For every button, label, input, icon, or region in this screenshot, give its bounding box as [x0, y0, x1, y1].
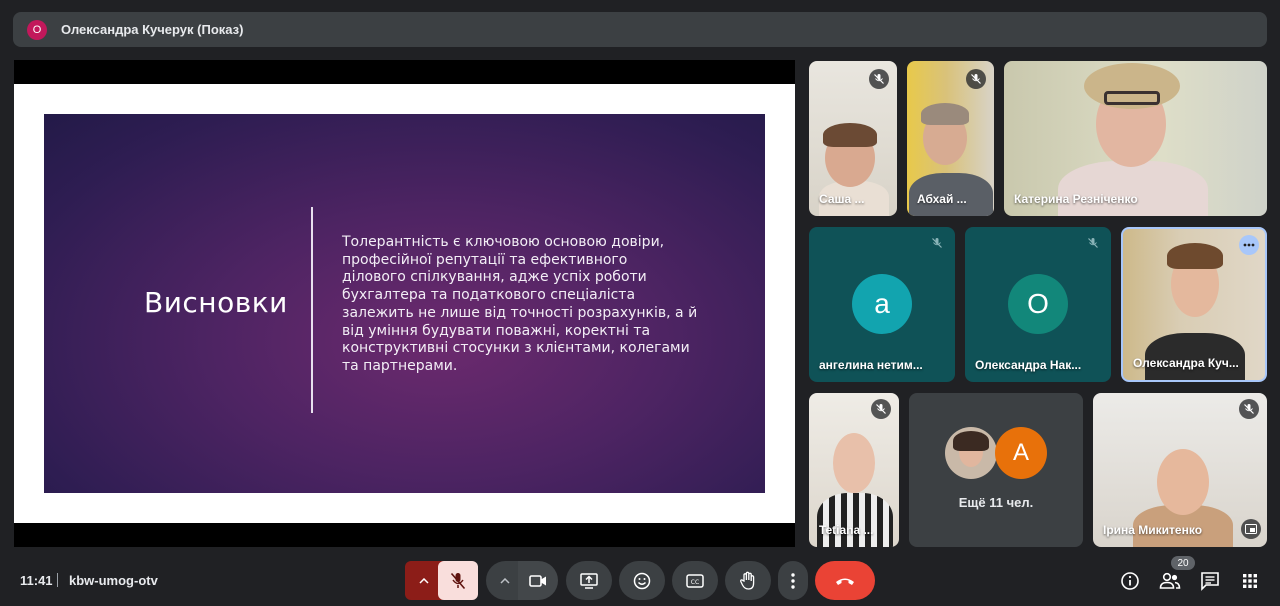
more-options-icon[interactable]: [1239, 235, 1259, 255]
mic-off-icon: [1083, 233, 1103, 253]
meeting-details-button[interactable]: [1119, 570, 1141, 592]
mic-off-icon: [871, 399, 891, 419]
participant-avatar: A: [995, 427, 1047, 479]
participant-tile[interactable]: Tetiana ...: [809, 393, 899, 547]
mic-off-icon: [450, 572, 466, 589]
participant-tile[interactable]: Абхай ...: [907, 61, 994, 216]
participant-name: Ірина Микитенко: [1103, 523, 1203, 537]
mic-off-icon: [966, 69, 986, 89]
people-icon: [1159, 572, 1181, 589]
slide-line: ділового спілкування, адже успіх роботи: [342, 269, 647, 286]
presentation-stage: Висновки Толерантність є ключовою осново…: [14, 60, 795, 547]
participant-tile[interactable]: О Олександра Нак...: [965, 227, 1111, 382]
chat-button[interactable]: [1199, 570, 1221, 592]
participant-name: Саша ...: [819, 192, 865, 206]
slide-line: бухгалтера та податкового спеціаліста: [342, 287, 636, 304]
picture-in-picture-icon[interactable]: [1241, 519, 1261, 539]
activities-button[interactable]: [1239, 570, 1261, 592]
participant-photo-avatar: [945, 427, 997, 479]
participant-avatar: а: [852, 274, 912, 334]
meeting-time: 11:41: [20, 573, 53, 588]
participant-name: Олександра Куч...: [1133, 356, 1239, 370]
participant-tile[interactable]: Саша ...: [809, 61, 897, 216]
video-camera-icon: [529, 574, 546, 587]
more-vert-icon: [791, 572, 795, 589]
participant-count-badge: 20: [1171, 556, 1195, 570]
slide-line: Толерантність є ключовою основою довіри,: [342, 234, 665, 250]
participant-tile[interactable]: а ангелина нетим...: [809, 227, 955, 382]
mic-off-icon: [927, 233, 947, 253]
slide-title: Висновки: [144, 286, 288, 319]
leave-call-button[interactable]: [815, 561, 875, 600]
presenter-avatar: О: [27, 19, 47, 40]
info-icon: [1121, 572, 1139, 590]
svg-text:CC: CC: [691, 579, 699, 586]
meeting-code: kbw-umog-otv: [69, 573, 158, 588]
slide-line: та партнерами.: [342, 357, 458, 374]
chat-icon: [1201, 572, 1219, 591]
present-screen-button[interactable]: [566, 561, 612, 600]
slide-divider: [311, 207, 313, 413]
participant-tile[interactable]: Ірина Микитенко: [1093, 393, 1267, 547]
mic-off-icon: [869, 69, 889, 89]
slide-body: Толерантність є ключовою основою довіри,…: [342, 234, 702, 376]
slide: Висновки Толерантність є ключовою осново…: [14, 84, 795, 523]
hang-up-icon: [836, 578, 854, 585]
present-screen-icon: [580, 572, 598, 589]
closed-captions-icon: CC: [686, 573, 704, 588]
participant-avatar: О: [1008, 274, 1068, 334]
participant-name: Катерина Резніченко: [1014, 192, 1138, 206]
captions-button[interactable]: CC: [672, 561, 718, 600]
slide-line: від уміння будувати поважні, коректні та: [342, 322, 651, 339]
divider: [57, 573, 58, 587]
reactions-button[interactable]: [619, 561, 665, 600]
participant-name: Tetiana ...: [819, 523, 874, 537]
chevron-up-icon: [500, 577, 510, 584]
hand-icon: [740, 571, 755, 590]
slide-line: залежить не лише від точності розрахункі…: [342, 304, 698, 321]
participant-name: Абхай ...: [917, 192, 967, 206]
raise-hand-button[interactable]: [725, 561, 771, 600]
bottom-bar: 11:41 kbw-umog-otv CC 20: [0, 556, 1280, 606]
camera-toggle-button[interactable]: [518, 561, 558, 600]
apps-grid-icon: [1243, 574, 1257, 588]
microphone-toggle-button[interactable]: [438, 561, 478, 600]
slide-content: Висновки Толерантність є ключовою осново…: [44, 114, 765, 493]
presenter-bar: О Олександра Кучерук (Показ): [13, 12, 1267, 47]
people-button[interactable]: [1159, 570, 1181, 592]
slide-line: професійної репутації та ефективного: [342, 251, 628, 268]
emoji-icon: [633, 572, 651, 589]
participant-tile[interactable]: Олександра Куч...: [1121, 227, 1267, 382]
participant-name: Олександра Нак...: [975, 358, 1082, 372]
presenter-title: Олександра Кучерук (Показ): [61, 22, 244, 37]
more-participants-label: Ещё 11 чел.: [958, 495, 1034, 510]
slide-line: конструктивні стосунки з клієнтами, коле…: [342, 340, 690, 357]
mic-off-icon: [1239, 399, 1259, 419]
participant-tile[interactable]: Катерина Резніченко: [1004, 61, 1267, 216]
more-participants-tile[interactable]: A Ещё 11 чел.: [909, 393, 1083, 547]
participant-name: ангелина нетим...: [819, 358, 923, 372]
chevron-up-icon: [419, 577, 429, 584]
more-options-button[interactable]: [778, 561, 808, 600]
